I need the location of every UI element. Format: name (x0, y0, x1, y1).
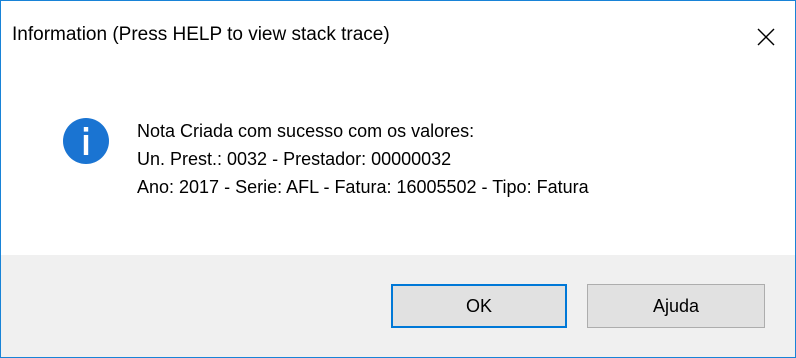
window-title: Information (Press HELP to view stack tr… (12, 24, 390, 45)
button-bar: OK Ajuda (1, 255, 795, 357)
message-text: Nota Criada com sucesso com os valores: … (137, 117, 589, 201)
message-dialog: Information (Press HELP to view stack tr… (0, 0, 796, 358)
message-line: Un. Prest.: 0032 - Prestador: 00000032 (137, 149, 452, 169)
help-button-label: Ajuda (652, 295, 700, 316)
help-button[interactable]: Ajuda (587, 284, 765, 328)
close-icon (757, 28, 775, 46)
dialog-content: Nota Criada com sucesso com os valores: … (1, 73, 795, 255)
ok-button[interactable]: OK (391, 284, 567, 328)
message-line: Ano: 2017 - Serie: AFL - Fatura: 1600550… (137, 177, 589, 197)
message-line: Nota Criada com sucesso com os valores: (137, 121, 475, 141)
info-icon (63, 118, 109, 164)
ok-button-label: OK (465, 295, 492, 316)
close-button[interactable] (737, 1, 795, 73)
title-bar[interactable]: Information (Press HELP to view stack tr… (1, 1, 795, 73)
